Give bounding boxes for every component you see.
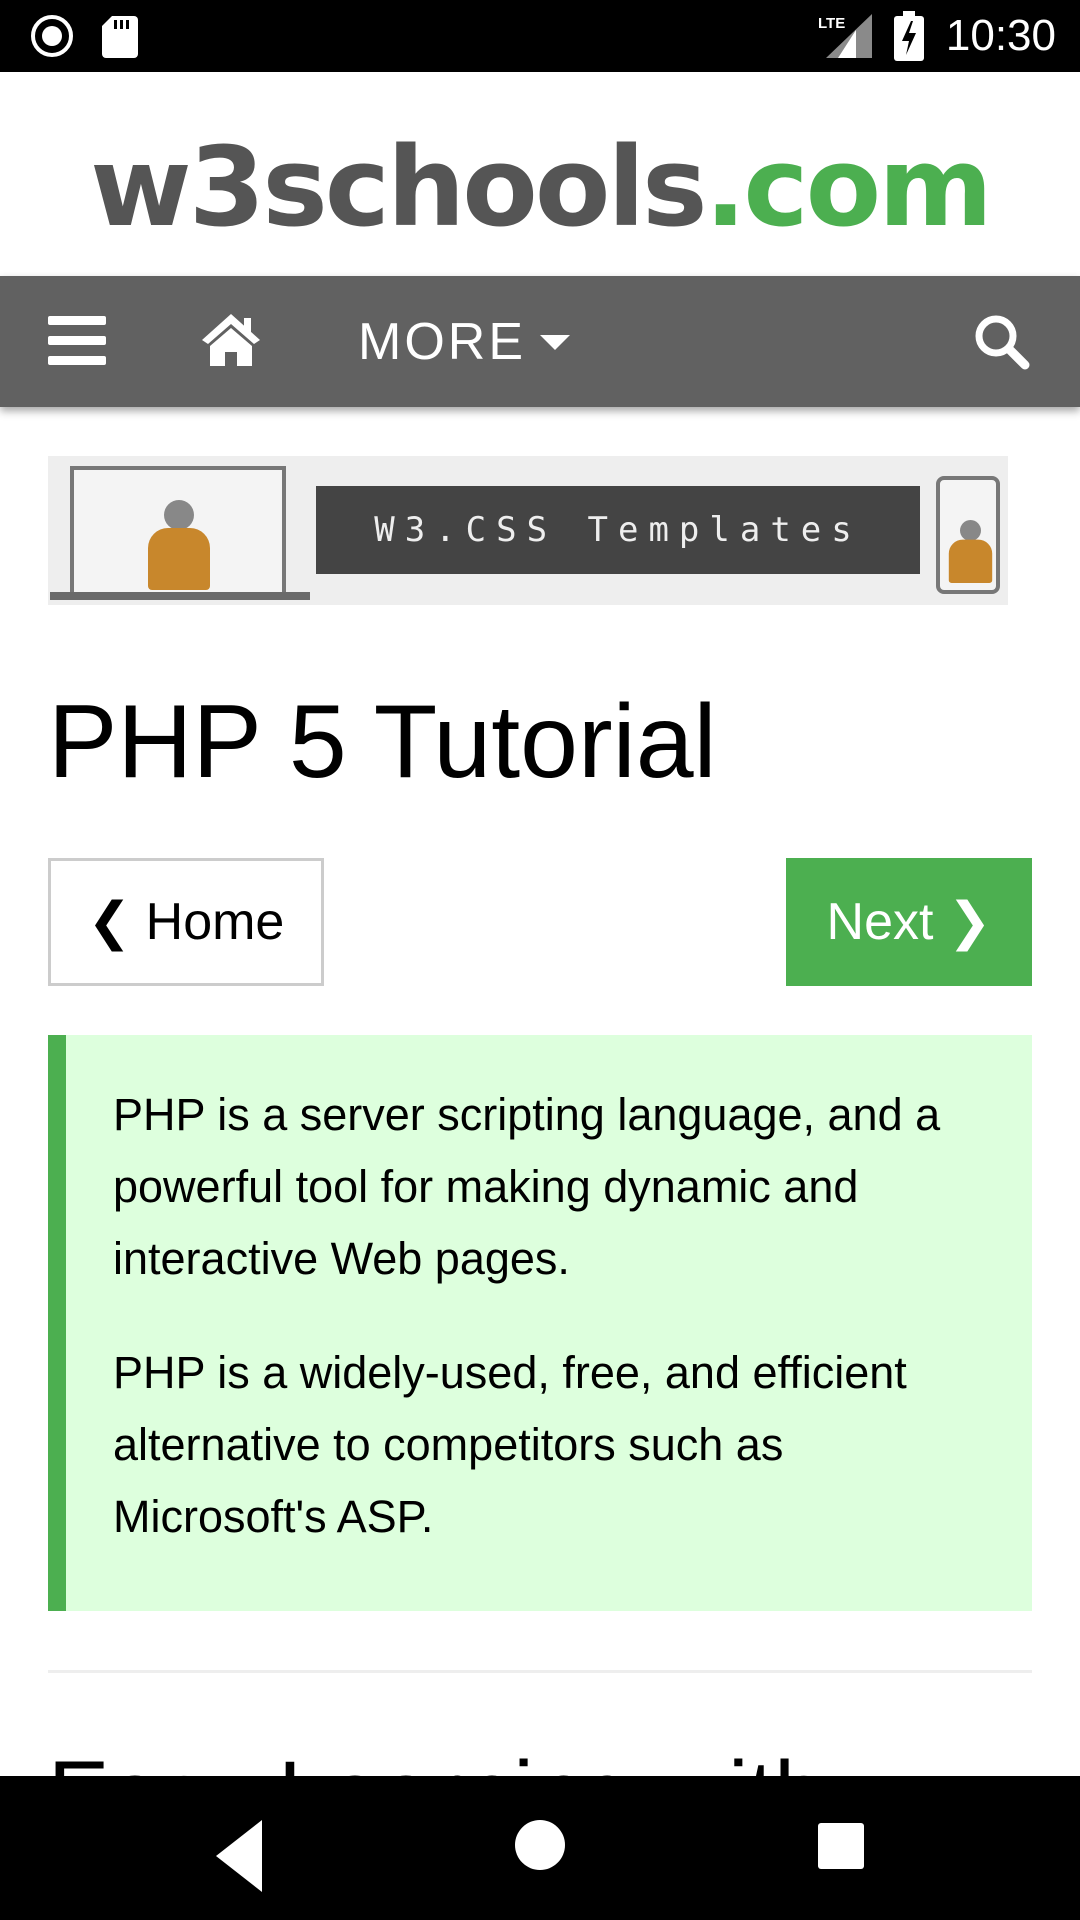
home-button[interactable]: ❮ Home (48, 858, 324, 986)
signal-icon: LTE (818, 14, 872, 58)
laptop-base (50, 592, 310, 600)
search-icon[interactable] (972, 312, 1030, 370)
person-illustration (144, 500, 214, 590)
intro-paragraph: PHP is a server scripting language, and … (113, 1089, 941, 1284)
network-label: LTE (818, 15, 845, 32)
section-divider (48, 1670, 1032, 1673)
logo-header: w3schools.com (0, 72, 1080, 276)
caret-down-icon (540, 334, 570, 350)
page-title: PHP 5 Tutorial (48, 684, 717, 800)
hamburger-menu-icon[interactable] (48, 316, 106, 366)
banner-label: W3.CSS Templates (316, 486, 920, 574)
android-nav-bar (0, 1776, 1080, 1920)
home-circle-icon[interactable] (515, 1820, 565, 1870)
sd-card-icon (102, 16, 138, 58)
logo-tld-text: .com (704, 123, 993, 251)
status-bar: LTE 10:30 (0, 0, 1080, 72)
back-icon[interactable] (216, 1820, 262, 1892)
phone-illustration (936, 476, 1000, 594)
laptop-illustration (70, 466, 286, 592)
recents-icon[interactable] (818, 1823, 864, 1869)
intro-paragraph: PHP is a widely-used, free, and efficien… (113, 1347, 907, 1542)
more-label: MORE (358, 313, 526, 371)
status-time: 10:30 (945, 11, 1056, 60)
record-icon (31, 15, 73, 57)
templates-banner-ad[interactable]: W3.CSS Templates (48, 456, 1008, 605)
logo-main-text: w3schools (90, 123, 707, 251)
more-menu-button[interactable]: MORE (358, 312, 570, 372)
top-navbar: MORE (0, 276, 1080, 407)
battery-charging-icon (893, 11, 924, 61)
intro-panel: PHP is a server scripting language, and … (48, 1035, 1032, 1611)
next-button[interactable]: Next ❯ (786, 858, 1032, 986)
site-logo[interactable]: w3schools.com (0, 132, 1080, 242)
home-icon[interactable] (200, 312, 262, 368)
